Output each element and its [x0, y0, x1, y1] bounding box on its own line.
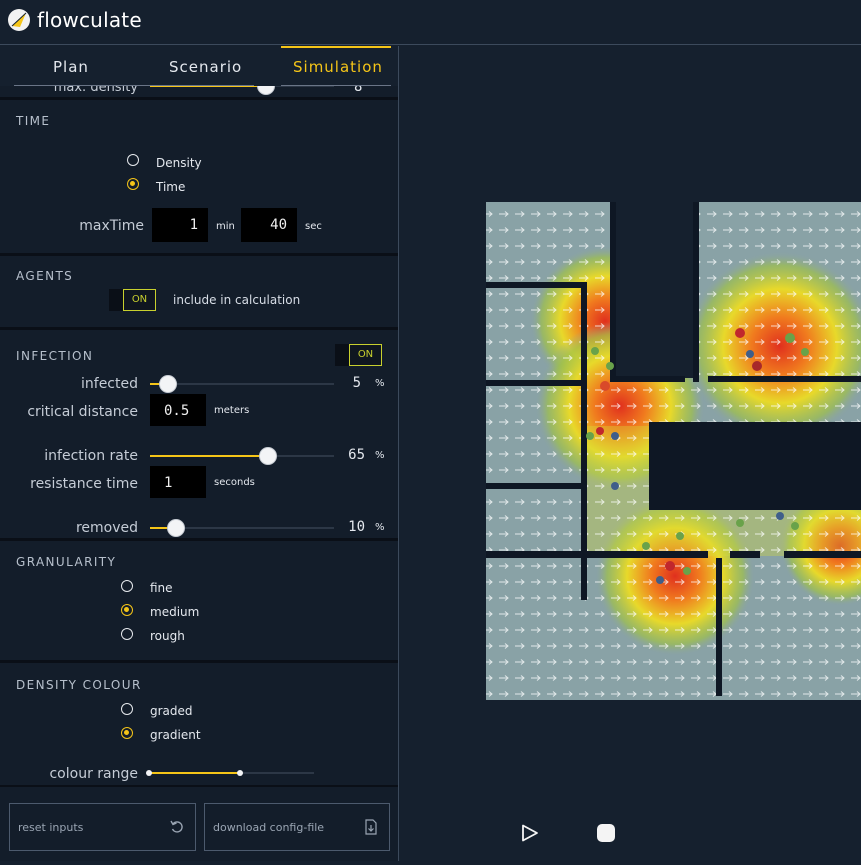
- resistance-time-input[interactable]: 1: [150, 466, 206, 498]
- file-download-icon: [365, 819, 377, 835]
- resistance-time-label: resistance time: [30, 476, 138, 492]
- reset-inputs-button[interactable]: reset inputs: [9, 803, 196, 851]
- seconds-unit: sec: [305, 221, 322, 232]
- agents-toggle[interactable]: ON: [109, 289, 156, 311]
- download-config-label: download config-file: [213, 821, 325, 834]
- minutes-unit: min: [216, 221, 235, 232]
- reset-inputs-label: reset inputs: [18, 821, 84, 834]
- download-config-button[interactable]: download config-file: [204, 803, 390, 851]
- max-time-label: maxTime: [79, 218, 144, 234]
- radio-gradient[interactable]: [121, 727, 133, 739]
- floor-plan-heatmap: [486, 202, 861, 700]
- play-icon[interactable]: [521, 824, 539, 842]
- divider: [0, 660, 398, 663]
- control-panel: max. density 8 Plan Scenario Simulation …: [0, 46, 399, 861]
- radio-time-label: Time: [156, 180, 186, 194]
- infection-section-title: INFECTION: [16, 349, 94, 363]
- tab-underline-active: [281, 85, 391, 86]
- simulation-canvas[interactable]: [400, 46, 861, 861]
- radio-medium[interactable]: [121, 604, 133, 616]
- infected-label: infected: [81, 376, 138, 392]
- infection-rate-label: infection rate: [44, 448, 138, 464]
- radio-fine[interactable]: [121, 580, 133, 592]
- tab-underline: [14, 85, 254, 86]
- radio-gradient-label: gradient: [150, 728, 201, 742]
- radio-rough[interactable]: [121, 628, 133, 640]
- radio-graded[interactable]: [121, 703, 133, 715]
- divider: [0, 538, 398, 541]
- tab-scenario[interactable]: Scenario: [169, 58, 242, 76]
- infection-rate-slider[interactable]: [259, 447, 277, 465]
- undo-icon: [170, 820, 183, 833]
- time-section-title: TIME: [16, 114, 51, 128]
- removed-slider[interactable]: [167, 519, 185, 537]
- tab-bar: Plan Scenario Simulation: [0, 46, 398, 86]
- critical-distance-input[interactable]: 0.5: [150, 394, 206, 426]
- radio-density-label: Density: [156, 156, 202, 170]
- infected-slider[interactable]: [159, 375, 177, 393]
- divider: [0, 785, 398, 787]
- density-colour-section-title: DENSITY COLOUR: [16, 678, 142, 692]
- divider: [0, 97, 398, 100]
- infection-toggle-state: ON: [349, 344, 382, 366]
- infection-rate-value: 65: [348, 447, 365, 463]
- resistance-time-unit: seconds: [214, 477, 255, 488]
- agents-toggle-state: ON: [123, 289, 156, 311]
- divider: [0, 327, 398, 330]
- removed-label: removed: [75, 520, 138, 536]
- max-time-seconds-input[interactable]: 40: [241, 208, 297, 242]
- removed-value: 10: [348, 519, 365, 535]
- infection-toggle[interactable]: ON: [335, 344, 382, 366]
- colour-range-max-handle[interactable]: [237, 770, 243, 776]
- tab-simulation[interactable]: Simulation: [293, 58, 383, 76]
- radio-density[interactable]: [127, 154, 139, 166]
- radio-rough-label: rough: [150, 629, 185, 643]
- radio-medium-label: medium: [150, 605, 200, 619]
- infected-unit: %: [375, 378, 385, 389]
- removed-unit: %: [375, 522, 385, 533]
- infected-track: [150, 383, 334, 385]
- tab-plan[interactable]: Plan: [53, 58, 89, 76]
- top-bar: flowculate: [0, 0, 861, 45]
- colour-range-min-handle[interactable]: [146, 770, 152, 776]
- critical-distance-unit: meters: [214, 405, 250, 416]
- radio-fine-label: fine: [150, 581, 173, 595]
- granularity-section-title: GRANULARITY: [16, 555, 117, 569]
- flowculate-logo-icon: [8, 9, 30, 31]
- colour-range-fill: [149, 772, 240, 774]
- toggle-knob: [109, 289, 123, 311]
- radio-graded-label: graded: [150, 704, 193, 718]
- max-time-minutes-input[interactable]: 1: [152, 208, 208, 242]
- app-brand: flowculate: [37, 8, 142, 32]
- agents-section-title: AGENTS: [16, 269, 74, 283]
- infected-value: 5: [352, 375, 361, 391]
- colour-range-label: colour range: [49, 766, 138, 782]
- infection-rate-unit: %: [375, 450, 385, 461]
- stop-icon[interactable]: [597, 824, 615, 842]
- outer-void: [615, 202, 693, 378]
- divider: [0, 253, 398, 256]
- active-tab-indicator: [281, 46, 391, 48]
- agents-description: include in calculation: [173, 293, 301, 307]
- critical-distance-label: critical distance: [27, 404, 138, 420]
- toggle-knob: [335, 344, 349, 366]
- infection-rate-fill: [150, 455, 268, 457]
- radio-time[interactable]: [127, 178, 139, 190]
